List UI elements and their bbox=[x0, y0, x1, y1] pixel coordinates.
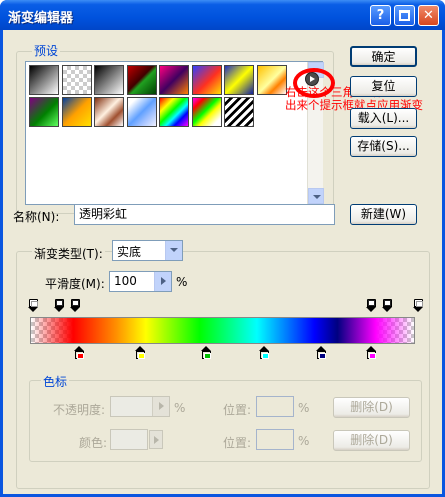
opacity-stop-tip bbox=[69, 307, 80, 312]
opacity-stop-marker[interactable] bbox=[54, 299, 65, 313]
location-label-2: 位置: bbox=[223, 436, 252, 450]
opacity-stop-tip bbox=[54, 307, 65, 312]
gradient-type-select[interactable]: 实底 bbox=[112, 240, 183, 261]
opacity-stop-box bbox=[70, 299, 80, 307]
preset-swatch[interactable] bbox=[224, 65, 254, 95]
gradient-type-value: 实底 bbox=[117, 245, 142, 259]
scroll-down-button[interactable] bbox=[308, 188, 324, 204]
color-stop-marker[interactable] bbox=[200, 346, 212, 360]
opacity-input[interactable] bbox=[110, 396, 170, 417]
smoothness-value: 100 bbox=[114, 274, 137, 288]
color-stop-marker[interactable] bbox=[366, 346, 377, 360]
opacity-stop-box bbox=[28, 299, 38, 307]
help-button[interactable]: ? bbox=[370, 5, 391, 26]
color-label: 颜色: bbox=[79, 436, 108, 450]
opacity-stop-tip bbox=[412, 307, 423, 312]
color-stop-box bbox=[201, 351, 211, 359]
color-stop-box bbox=[259, 351, 269, 359]
window-title: 渐变编辑器 bbox=[8, 11, 74, 26]
opacity-stop-marker[interactable] bbox=[69, 299, 81, 313]
preset-swatch[interactable] bbox=[126, 65, 157, 95]
preset-swatch[interactable] bbox=[191, 97, 222, 127]
opacity-stop-marker[interactable] bbox=[381, 299, 393, 313]
preset-swatch[interactable] bbox=[191, 65, 222, 95]
color-stop-box bbox=[367, 351, 377, 359]
preset-swatch[interactable] bbox=[159, 97, 189, 127]
preset-swatch[interactable] bbox=[29, 97, 59, 127]
name-input[interactable]: 透明彩虹 bbox=[74, 204, 335, 225]
gradient-fill bbox=[31, 318, 414, 343]
save-button[interactable]: 存储(S)... bbox=[350, 136, 417, 157]
arrow-down-icon bbox=[313, 195, 321, 199]
opacity-stop-box bbox=[55, 299, 65, 307]
location-input-2[interactable] bbox=[256, 429, 294, 450]
color-swatch[interactable] bbox=[110, 429, 148, 450]
opacity-stop-marker[interactable] bbox=[366, 299, 377, 313]
preset-swatch[interactable] bbox=[61, 97, 92, 127]
preset-swatch[interactable] bbox=[126, 97, 157, 127]
arrow-right-icon bbox=[154, 436, 159, 444]
title-bar[interactable]: 渐变编辑器 ? ✕ bbox=[0, 0, 445, 30]
smoothness-label: 平滑度(M): bbox=[45, 277, 105, 291]
color-stop-box bbox=[317, 351, 327, 359]
preset-swatch[interactable] bbox=[29, 65, 59, 95]
color-stops-label: 色标 bbox=[41, 373, 70, 390]
arrow-right-icon bbox=[161, 277, 166, 285]
color-stop-marker[interactable] bbox=[316, 346, 327, 360]
preset-swatch[interactable] bbox=[256, 65, 287, 95]
ok-button[interactable]: 确定 bbox=[350, 46, 417, 67]
smoothness-slider-button[interactable] bbox=[154, 272, 171, 291]
color-stop-marker[interactable] bbox=[73, 346, 85, 360]
close-icon: ✕ bbox=[423, 8, 434, 23]
dropdown-button[interactable] bbox=[165, 241, 182, 260]
opacity-label: 不透明度: bbox=[53, 403, 106, 417]
preset-swatch-list[interactable] bbox=[25, 61, 324, 205]
preset-swatch[interactable] bbox=[159, 65, 189, 95]
opacity-unit: % bbox=[174, 401, 186, 415]
dialog-body: 预设 右击这个三角-色谱 出来个提示框就点应用渐变 确定 复位 载入(L)...… bbox=[3, 30, 442, 494]
opacity-slider-button[interactable] bbox=[152, 397, 169, 416]
opacity-stop-tip bbox=[366, 307, 377, 312]
opacity-stop-marker[interactable] bbox=[412, 299, 424, 313]
preset-swatch[interactable] bbox=[94, 65, 124, 95]
opacity-stop-marker[interactable] bbox=[27, 299, 39, 313]
help-icon: ? bbox=[376, 8, 385, 23]
preset-swatch[interactable] bbox=[224, 97, 254, 127]
maximize-icon bbox=[399, 10, 410, 21]
gradient-editor-window: 渐变编辑器 ? ✕ 预设 右击这个三角-色谱 出来个提示框就点应用渐变 确定 复… bbox=[0, 0, 445, 497]
location-input-1[interactable] bbox=[256, 396, 294, 417]
color-stop-marker[interactable] bbox=[135, 346, 146, 360]
color-menu-button[interactable] bbox=[149, 430, 163, 449]
gradient-type-label: 渐变类型(T): bbox=[32, 245, 105, 262]
chevron-down-icon bbox=[170, 248, 178, 252]
location-unit-2: % bbox=[298, 434, 310, 448]
opacity-stop-box bbox=[382, 299, 392, 307]
reset-button[interactable]: 复位 bbox=[350, 76, 417, 97]
color-stop-box bbox=[136, 351, 146, 359]
smoothness-input[interactable]: 100 bbox=[109, 271, 172, 292]
delete-color-stop-button[interactable]: 删除(D) bbox=[333, 430, 410, 451]
close-button[interactable]: ✕ bbox=[418, 5, 439, 26]
name-label: 名称(N): bbox=[13, 210, 60, 224]
color-stop-marker[interactable] bbox=[258, 346, 270, 360]
location-label-1: 位置: bbox=[223, 403, 252, 417]
load-button[interactable]: 载入(L)... bbox=[350, 108, 417, 129]
preset-swatch[interactable] bbox=[61, 65, 92, 95]
opacity-stop-box bbox=[413, 299, 423, 307]
maximize-button[interactable] bbox=[394, 5, 415, 26]
new-button[interactable]: 新建(W) bbox=[350, 204, 417, 225]
location-unit-1: % bbox=[298, 401, 310, 415]
opacity-stop-tip bbox=[381, 307, 392, 312]
opacity-stop-box bbox=[367, 299, 377, 307]
delete-opacity-stop-button[interactable]: 删除(D) bbox=[333, 397, 410, 418]
opacity-stop-tip bbox=[27, 307, 38, 312]
presets-label: 预设 bbox=[32, 42, 61, 59]
arrow-right-icon bbox=[159, 402, 164, 410]
color-stop-box bbox=[74, 351, 84, 359]
preset-swatch[interactable] bbox=[94, 97, 124, 127]
gradient-preview-bar[interactable] bbox=[30, 317, 415, 344]
smoothness-unit: % bbox=[176, 275, 188, 289]
